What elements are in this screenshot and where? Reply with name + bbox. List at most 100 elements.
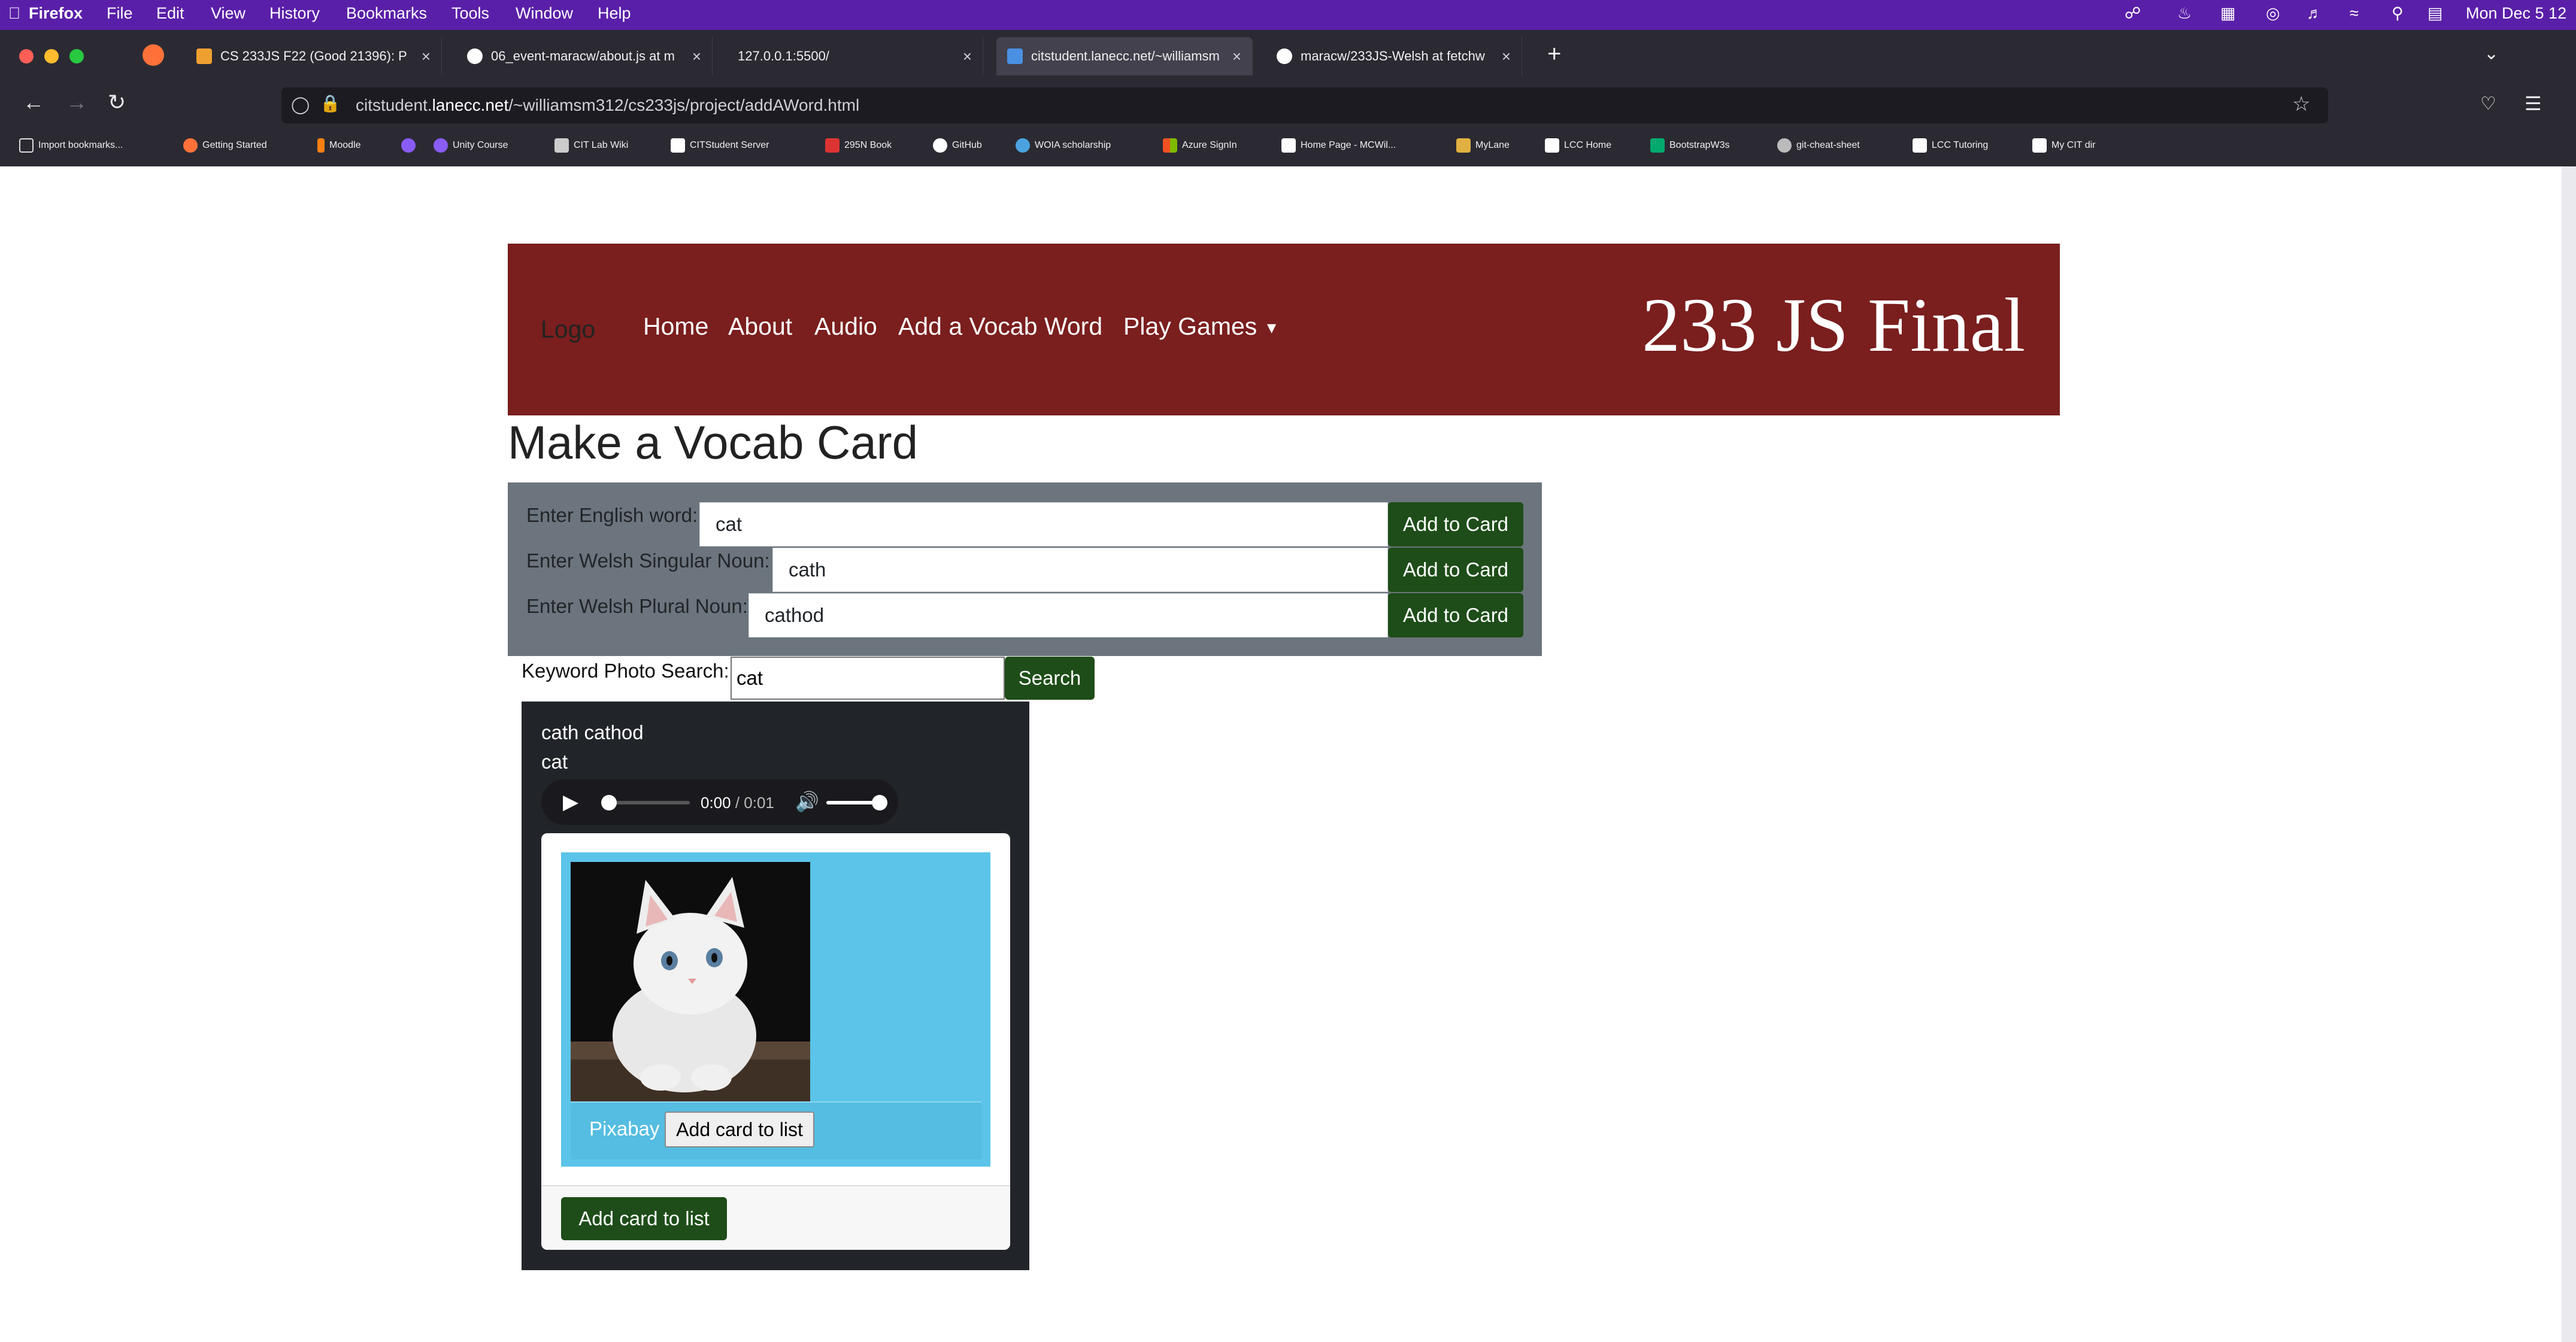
welsh-plural-input[interactable]: cathod: [748, 593, 1388, 637]
menu-view[interactable]: View: [211, 4, 246, 23]
audio-progress-thumb[interactable]: [601, 795, 617, 810]
audio-player[interactable]: ▶ 0:00 / 0:01 🔊: [541, 779, 898, 825]
list-all-tabs-chevron-icon[interactable]: ⌄: [2484, 43, 2499, 64]
bookmark-item[interactable]: Azure SignIn: [1163, 138, 1237, 153]
window-minimize-button[interactable]: [44, 49, 59, 63]
bookmark-star-icon[interactable]: ☆: [2292, 92, 2310, 116]
tab-moodle[interactable]: CS 233JS F22 (Good 21396): P ×: [186, 37, 442, 75]
volume-icon[interactable]: ♬: [2307, 4, 2323, 23]
bookmark-item[interactable]: LCC Home: [1545, 138, 1611, 153]
moodle-favicon-icon: [196, 48, 212, 64]
menu-file[interactable]: File: [107, 4, 133, 23]
wifi-icon[interactable]: ≈: [2350, 4, 2359, 23]
car-icon[interactable]: ▦: [2220, 4, 2236, 23]
close-tab-icon[interactable]: ×: [963, 47, 972, 66]
add-singular-to-card-button[interactable]: Add to Card: [1388, 548, 1523, 592]
bookmark-item[interactable]: My CIT dir: [2032, 138, 2095, 153]
creative-cloud-icon[interactable]: ☍: [2125, 4, 2141, 23]
nav-about[interactable]: About: [728, 312, 792, 341]
photo-search-button[interactable]: Search: [1005, 657, 1095, 700]
close-tab-icon[interactable]: ×: [692, 47, 701, 66]
tab-localhost[interactable]: 127.0.0.1:5500/ ×: [727, 37, 983, 75]
reload-icon[interactable]: ↻: [108, 90, 126, 115]
bookmark-item[interactable]: GitHub: [933, 138, 982, 153]
add-plural-to-card-button[interactable]: Add to Card: [1388, 593, 1523, 637]
nav-add-vocab-word[interactable]: Add a Vocab Word: [898, 312, 1102, 341]
close-tab-icon[interactable]: ×: [1232, 47, 1241, 66]
shield-icon[interactable]: ◯: [291, 95, 310, 114]
w3schools-icon: [1650, 138, 1665, 153]
keyword-photo-search-input[interactable]: cat: [731, 657, 1005, 700]
kitten-photo: [571, 862, 810, 1101]
add-english-to-card-button[interactable]: Add to Card: [1388, 502, 1523, 546]
card-welsh-words: cath cathod: [541, 721, 644, 743]
app-menu-firefox[interactable]: Firefox: [29, 4, 83, 23]
site-logo[interactable]: Logo: [541, 315, 595, 344]
menu-window[interactable]: Window: [516, 4, 573, 23]
control-center-icon[interactable]: ▤: [2427, 4, 2443, 23]
back-arrow-icon[interactable]: ←: [23, 90, 44, 115]
forward-arrow-icon[interactable]: →: [66, 90, 87, 115]
bookmark-item[interactable]: Home Page - MCWil...: [1281, 138, 1396, 153]
nav-play-games-dropdown[interactable]: Play Games ▼: [1123, 312, 1279, 341]
close-tab-icon[interactable]: ×: [422, 47, 431, 66]
pocket-icon[interactable]: ♡: [2480, 93, 2496, 114]
server-icon: [671, 138, 685, 153]
menu-bookmarks[interactable]: Bookmarks: [346, 4, 427, 23]
bookmark-item[interactable]: [401, 138, 420, 153]
bookmark-item[interactable]: Getting Started: [183, 138, 267, 153]
bookmark-item[interactable]: Import bookmarks...: [19, 138, 123, 153]
page-icon: [2032, 138, 2047, 153]
speaker-icon[interactable]: 🔊: [795, 790, 819, 813]
menu-tools[interactable]: Tools: [451, 4, 489, 23]
menu-history[interactable]: History: [269, 4, 320, 23]
volume-slider-thumb[interactable]: [872, 795, 887, 810]
bookmark-item[interactable]: CITStudent Server: [671, 138, 769, 153]
address-url[interactable]: citstudent.lanecc.net/~williamsm312/cs23…: [356, 96, 859, 115]
caret-down-icon: ▼: [1263, 318, 1280, 337]
menu-help[interactable]: Help: [598, 4, 631, 23]
new-tab-button[interactable]: +: [1547, 41, 1561, 68]
firefox-icon: [183, 138, 198, 153]
card-english-word: cat: [541, 751, 568, 773]
lock-icon[interactable]: 🔒: [320, 93, 341, 113]
photo-source-label: Pixabay: [589, 1118, 660, 1140]
page-title: Make a Vocab Card: [508, 416, 919, 469]
bookmark-item[interactable]: CIT Lab Wiki: [554, 138, 628, 153]
welsh-singular-input[interactable]: cath: [772, 548, 1388, 592]
hamburger-menu-icon[interactable]: ☰: [2525, 92, 2542, 115]
site-title: 233 JS Final: [1642, 283, 2026, 368]
close-tab-icon[interactable]: ×: [1502, 47, 1511, 66]
nav-home[interactable]: Home: [643, 312, 708, 341]
apple-menu-icon[interactable]: : [8, 4, 20, 23]
address-bar[interactable]: ◯ 🔒 citstudent.lanecc.net/~williamsm312/…: [281, 87, 2328, 123]
tab-github-welsh[interactable]: maracw/233JS-Welsh at fetchw ×: [1266, 37, 1522, 75]
audio-current-time: 0:00 / 0:01: [701, 794, 774, 812]
window-edge: [2562, 166, 2576, 1342]
flame-icon[interactable]: ♨: [2177, 4, 2192, 23]
bookmark-item[interactable]: LCC Tutoring: [1913, 138, 1988, 153]
tab-github-about[interactable]: 06_event-maracw/about.js at m ×: [456, 37, 713, 75]
add-card-to-list-inline-button[interactable]: Add card to list: [665, 1112, 814, 1147]
nav-audio[interactable]: Audio: [814, 312, 877, 341]
add-card-to-list-button[interactable]: Add card to list: [561, 1197, 727, 1240]
window-zoom-button[interactable]: [69, 49, 84, 63]
microsoft-icon: [1163, 138, 1177, 153]
bookmark-item[interactable]: Unity Course: [434, 138, 508, 153]
bookmark-item[interactable]: MyLane: [1456, 138, 1510, 153]
audio-progress-track[interactable]: [606, 801, 690, 804]
bookmark-item[interactable]: git-cheat-sheet: [1777, 138, 1860, 153]
window-close-button[interactable]: [19, 49, 34, 63]
tab-citstudent-active[interactable]: citstudent.lanecc.net/~williamsm ×: [996, 37, 1253, 75]
play-icon[interactable]: ▶: [563, 790, 578, 814]
firefox-view-icon[interactable]: [143, 44, 164, 66]
english-word-input[interactable]: cat: [699, 502, 1388, 546]
spotlight-search-icon[interactable]: ⚲: [2392, 4, 2404, 23]
menu-edit[interactable]: Edit: [156, 4, 184, 23]
bookmark-item[interactable]: 295N Book: [825, 138, 892, 153]
bookmark-item[interactable]: WOIA scholarship: [1016, 138, 1111, 153]
bookmark-item[interactable]: BootstrapW3s: [1650, 138, 1729, 153]
github-icon: [933, 138, 947, 153]
bookmark-item[interactable]: Moodle: [317, 138, 360, 153]
airdrop-icon[interactable]: ◎: [2266, 4, 2280, 23]
